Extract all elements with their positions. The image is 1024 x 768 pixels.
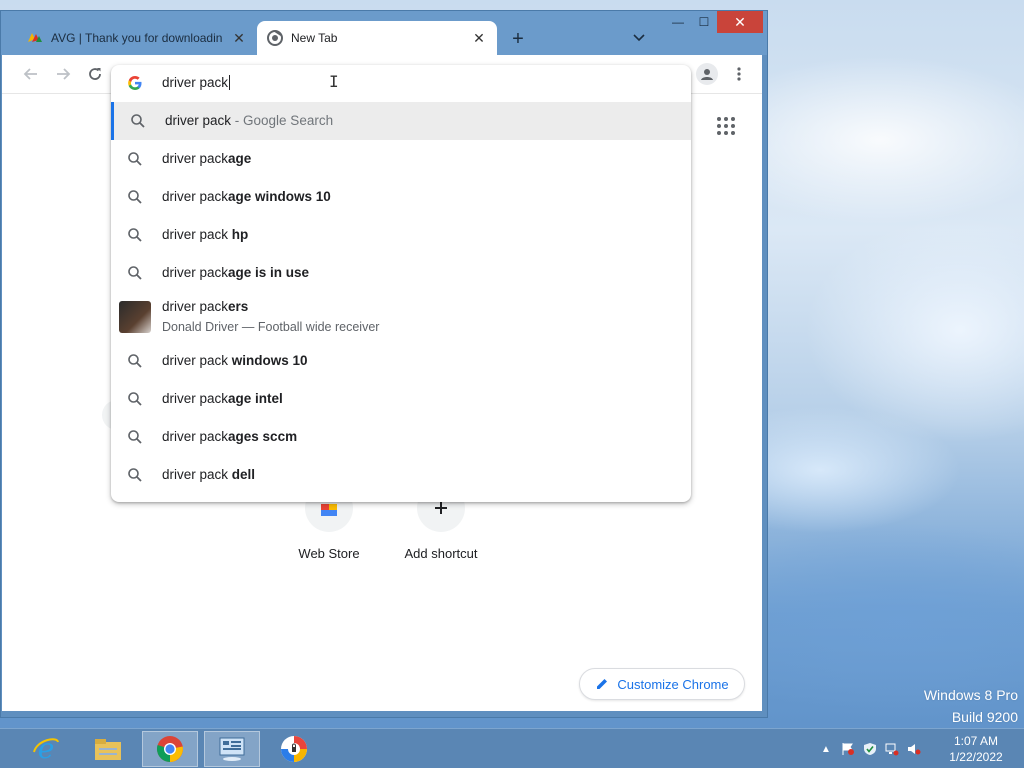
search-icon (128, 190, 142, 204)
tab-title: New Tab (291, 31, 338, 45)
suggestion-completion: ages sccm (228, 429, 298, 444)
more-menu-icon[interactable] (728, 63, 750, 85)
suggestion-item[interactable]: driver pack hp (111, 216, 691, 254)
suggestion-item[interactable]: driver package is in use (111, 254, 691, 292)
suggestion-completion: ers (228, 299, 249, 314)
search-icon (128, 354, 142, 368)
suggestion-completion: age windows 10 (228, 189, 331, 204)
omnibox-typed-text: driver pack (162, 75, 229, 90)
taskbar: e ▲ 1:07 AM 1/22/2022 (0, 728, 1024, 768)
entity-subtitle: Donald Driver — Football wide receiver (162, 320, 380, 334)
reload-icon[interactable] (84, 63, 106, 85)
close-window-button[interactable]: ✕ (717, 11, 763, 33)
suggestion-hint: - Google Search (231, 113, 334, 128)
avg-secure-browser-icon[interactable] (266, 731, 322, 767)
shortcut-label: Add shortcut (404, 546, 478, 561)
shortcut-label: Web Store (298, 546, 360, 561)
tab-new-tab[interactable]: New Tab ✕ (257, 21, 497, 55)
search-icon (128, 430, 142, 444)
suggestion-completion: age is in use (228, 265, 310, 280)
tab-title: AVG | Thank you for downloadin (51, 31, 223, 45)
control-panel-icon[interactable] (204, 731, 260, 767)
watermark-build: Build 9200 (951, 709, 1018, 725)
suggestion-text: driver pack (165, 113, 232, 128)
forward-arrow-icon[interactable] (52, 63, 74, 85)
minimize-button[interactable]: — (665, 11, 691, 33)
action-center-flag-icon[interactable] (840, 741, 856, 757)
show-hidden-icons-chevron-icon[interactable]: ▲ (818, 741, 834, 757)
pencil-icon (597, 679, 608, 689)
suggestion-prefix: driver pack (162, 429, 229, 444)
clock-date: 1/22/2022 (949, 750, 1003, 764)
clock-time: 1:07 AM (953, 734, 999, 748)
suggestion-prefix: driver pack (162, 151, 229, 166)
suggestion-prefix: driver pack (162, 467, 232, 482)
suggestion-completion: dell (231, 467, 256, 482)
back-arrow-icon[interactable] (20, 63, 42, 85)
text-caret (229, 75, 231, 90)
close-tab-icon[interactable]: ✕ (471, 30, 487, 46)
watermark-edition: Windows 8 Pro (923, 687, 1018, 703)
suggestion-prefix: driver pack (162, 189, 229, 204)
chrome-taskbar-icon[interactable] (142, 731, 198, 767)
browser-window: AVG | Thank you for downloadin ✕ New Tab… (0, 10, 768, 718)
suggestion-item[interactable]: driver package windows 10 (111, 178, 691, 216)
suggestion-item[interactable]: driver packages sccm (111, 418, 691, 456)
omnibox-input[interactable]: driver pack I (111, 65, 691, 101)
suggestion-prefix: driver pack (162, 227, 232, 242)
close-tab-icon[interactable]: ✕ (231, 30, 247, 46)
suggestion-google-search[interactable]: driver pack - Google Search (111, 102, 691, 140)
google-g-icon (128, 76, 142, 90)
tab-avg[interactable]: AVG | Thank you for downloadin ✕ (17, 21, 257, 55)
search-icon (128, 468, 142, 482)
suggestion-item[interactable]: driver package intel (111, 380, 691, 418)
suggestion-prefix: driver pack (162, 353, 232, 368)
new-tab-button[interactable]: + (507, 29, 529, 51)
entity-thumbnail (119, 301, 151, 333)
avg-shield-icon[interactable] (862, 741, 878, 757)
avg-icon (28, 33, 42, 42)
search-icon (128, 228, 142, 242)
suggestion-completion: age (228, 151, 252, 166)
search-icon (131, 114, 145, 128)
tab-search-chevron-icon[interactable] (629, 31, 649, 51)
taskbar-clock[interactable]: 1:07 AM 1/22/2022 (938, 733, 1014, 765)
suggestion-item[interactable]: driver package (111, 140, 691, 178)
suggestion-prefix: driver pack (162, 299, 229, 314)
ibeam-cursor-icon: I (329, 72, 339, 91)
chrome-icon (267, 30, 283, 46)
profile-avatar-icon[interactable] (696, 63, 718, 85)
suggestion-completion: windows 10 (231, 353, 308, 368)
omnibox-dropdown: driver pack I driver pack - Google Searc… (111, 65, 691, 502)
suggestion-entity[interactable]: driver packers Donald Driver — Football … (111, 293, 691, 343)
suggestion-completion: hp (231, 227, 249, 242)
customize-chrome-button[interactable]: Customize Chrome (579, 668, 745, 700)
search-icon (128, 266, 142, 280)
suggestion-item[interactable]: driver pack windows 10 (111, 342, 691, 380)
customize-label: Customize Chrome (617, 676, 729, 692)
search-icon (128, 152, 142, 166)
suggestion-completion: age intel (228, 391, 283, 406)
apps-grid-icon[interactable] (716, 116, 736, 136)
windows-watermark: Windows 8 Pro Build 9200 (924, 684, 1018, 728)
suggestion-prefix: driver pack (162, 265, 229, 280)
suggestion-prefix: driver pack (162, 391, 229, 406)
maximize-button[interactable]: ☐ (691, 11, 717, 33)
tab-strip: AVG | Thank you for downloadin ✕ New Tab… (1, 11, 767, 55)
file-explorer-icon[interactable] (80, 731, 136, 767)
volume-muted-icon[interactable] (906, 741, 922, 757)
internet-explorer-icon[interactable]: e (18, 731, 74, 767)
search-icon (128, 392, 142, 406)
suggestion-item[interactable]: driver pack dell (111, 456, 691, 494)
system-tray: ▲ (818, 729, 922, 768)
network-icon[interactable] (884, 741, 900, 757)
